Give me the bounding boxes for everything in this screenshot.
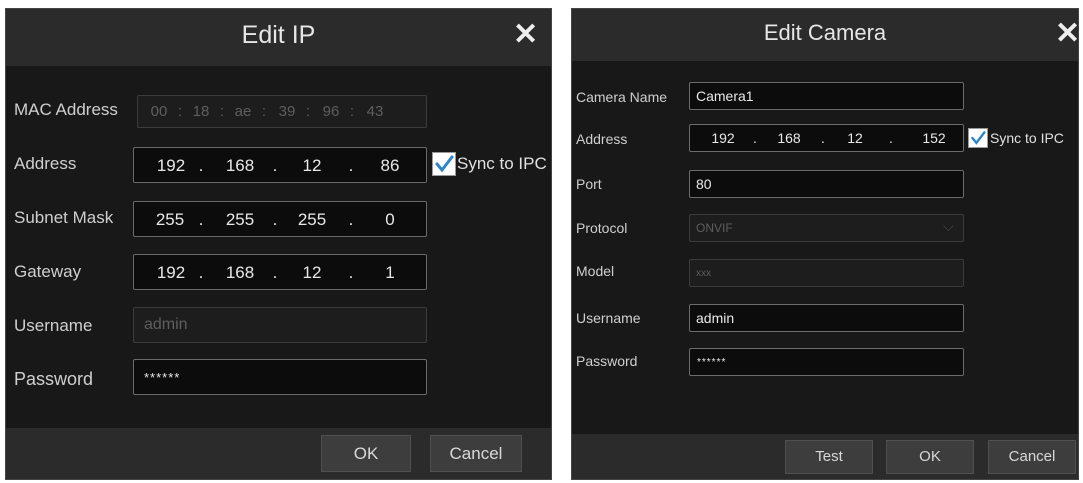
username-field[interactable]: admin	[689, 304, 964, 332]
ip-separator: .	[272, 210, 278, 229]
subnet-mask-label: Subnet Mask	[14, 208, 114, 227]
ip-octet[interactable]: 152	[916, 130, 952, 146]
cancel-button[interactable]: Cancel	[988, 440, 1076, 474]
protocol-label: Protocol	[576, 220, 628, 236]
ip-octet[interactable]: 12	[292, 156, 332, 176]
ip-separator: .	[198, 263, 204, 282]
edit-camera-title: Edit Camera	[763, 20, 887, 45]
mac-octet: 43	[366, 103, 384, 120]
checkmark-icon	[971, 131, 986, 145]
address-label: Address	[14, 154, 77, 173]
ip-separator: .	[272, 156, 278, 175]
ok-button[interactable]: OK	[886, 440, 974, 474]
ip-separator: .	[348, 263, 354, 282]
port-field[interactable]: 80	[689, 170, 964, 198]
protocol-select: ONVIF ⌵	[689, 214, 964, 242]
ip-separator: .	[821, 130, 825, 146]
ip-separator: .	[753, 130, 757, 146]
mac-address-field: 00 : 18 : ae : 39 : 96 : 43	[137, 95, 427, 128]
ip-separator: .	[348, 210, 354, 229]
checkmark-icon	[435, 155, 454, 173]
username-value: admin	[696, 310, 735, 326]
mac-separator: :	[219, 103, 225, 120]
cancel-button[interactable]: Cancel	[430, 435, 522, 472]
edit-ip-dialog: Edit IP ✕ MAC Address 00 : 18 : ae : 39 …	[5, 8, 552, 480]
password-value: ******	[144, 370, 181, 385]
mac-separator: :	[305, 103, 311, 120]
sync-to-ipc-label: Sync to IPC	[457, 154, 547, 173]
protocol-value: ONVIF	[696, 221, 733, 235]
mac-address-label: MAC Address	[14, 100, 118, 119]
ip-octet[interactable]: 86	[370, 156, 410, 176]
chevron-down-icon: ⌵	[943, 218, 954, 234]
username-label: Username	[14, 316, 93, 335]
password-field[interactable]: ******	[689, 348, 964, 376]
ip-octet[interactable]: 192	[152, 156, 190, 176]
mac-octet: 96	[322, 103, 340, 120]
mac-octet: 39	[278, 103, 296, 120]
gateway-label: Gateway	[14, 262, 82, 281]
camera-name-value: Camera1	[696, 88, 754, 104]
sync-to-ipc-label: Sync to IPC	[990, 130, 1064, 146]
ip-octet[interactable]: 192	[152, 263, 190, 283]
ip-octet[interactable]: 255	[220, 210, 260, 230]
model-value: xxx	[696, 268, 711, 279]
ip-octet[interactable]: 12	[292, 263, 332, 283]
ip-separator: .	[272, 263, 278, 282]
port-label: Port	[576, 176, 602, 192]
camera-name-field[interactable]: Camera1	[689, 82, 964, 110]
password-label: Password	[14, 369, 94, 389]
edit-camera-titlebar: Edit Camera ✕	[572, 9, 1078, 61]
sync-to-ipc-checkbox[interactable]	[432, 152, 456, 176]
ok-button[interactable]: OK	[321, 435, 411, 472]
test-button[interactable]: Test	[785, 440, 873, 474]
mac-octet: ae	[234, 103, 252, 120]
ip-octet[interactable]: 0	[370, 210, 410, 230]
mac-octet: 00	[150, 103, 168, 120]
username-label: Username	[576, 310, 641, 326]
mac-separator: :	[261, 103, 267, 120]
close-icon[interactable]: ✕	[1055, 19, 1078, 49]
address-field[interactable]: 192 . 168 . 12 . 152	[689, 124, 964, 152]
port-value: 80	[696, 176, 712, 192]
ip-octet[interactable]: 192	[708, 130, 738, 146]
address-field[interactable]: 192 . 168 . 12 . 86	[133, 147, 427, 183]
camera-name-label: Camera Name	[576, 89, 668, 105]
model-field: xxx	[689, 259, 964, 287]
ip-octet[interactable]: 168	[220, 263, 260, 283]
edit-ip-titlebar: Edit IP ✕	[6, 9, 551, 66]
password-label: Password	[576, 353, 638, 369]
edit-camera-dialog: Edit Camera ✕ Camera Name Camera1 Addres…	[571, 8, 1079, 480]
edit-ip-title: Edit IP	[241, 21, 316, 49]
password-field[interactable]: ******	[133, 359, 427, 395]
password-value: ******	[697, 357, 727, 368]
ip-octet[interactable]: 255	[150, 210, 190, 230]
subnet-mask-field[interactable]: 255 . 255 . 255 . 0	[133, 201, 427, 237]
ip-octet[interactable]: 168	[220, 156, 260, 176]
sync-to-ipc-checkbox[interactable]	[968, 128, 988, 148]
username-value: admin	[144, 316, 188, 333]
ip-separator: .	[348, 156, 354, 175]
ip-separator: .	[198, 156, 204, 175]
edit-ip-footer: OK Cancel	[6, 428, 551, 479]
ip-octet[interactable]: 1	[370, 263, 410, 283]
ip-octet[interactable]: 12	[840, 130, 870, 146]
mac-separator: :	[177, 103, 183, 120]
edit-camera-footer: Test OK Cancel	[572, 434, 1078, 479]
ip-octet[interactable]: 168	[774, 130, 804, 146]
model-label: Model	[576, 263, 615, 279]
ip-octet[interactable]: 255	[292, 210, 332, 230]
close-icon[interactable]: ✕	[513, 20, 538, 50]
ip-separator: .	[198, 210, 204, 229]
mac-separator: :	[349, 103, 355, 120]
address-label: Address	[576, 131, 628, 147]
ip-separator: .	[889, 130, 893, 146]
username-field: admin	[133, 307, 427, 343]
mac-octet: 18	[192, 103, 210, 120]
gateway-field[interactable]: 192 . 168 . 12 . 1	[133, 254, 427, 290]
